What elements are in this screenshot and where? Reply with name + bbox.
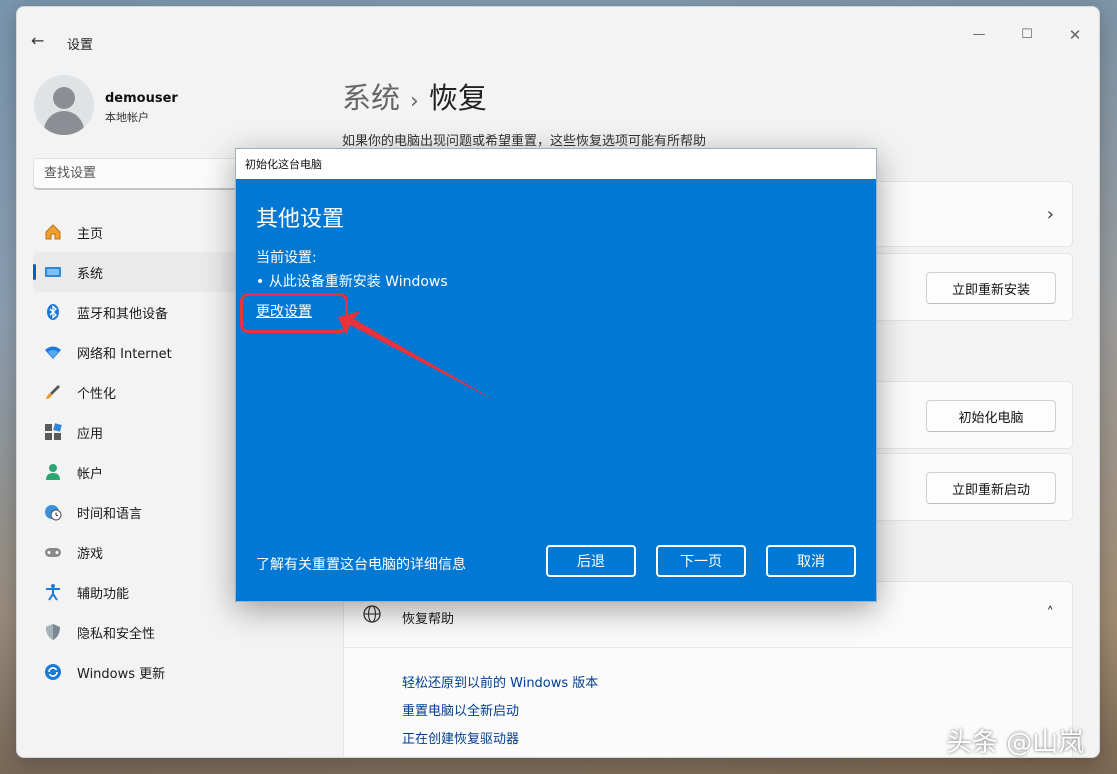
sidebar-item-label: 主页	[77, 226, 104, 242]
page-title: 恢复	[428, 81, 487, 115]
chevron-up-icon: ˄	[1046, 604, 1055, 622]
home-icon	[43, 222, 63, 242]
gamepad-icon	[43, 542, 63, 562]
breadcrumb-parent[interactable]: 系统	[342, 81, 400, 115]
dialog-title: 初始化这台电脑	[245, 158, 322, 171]
breadcrumb-separator-icon: ›	[410, 89, 419, 114]
current-settings-label: 当前设置:	[256, 250, 317, 266]
sidebar-item-label: 时间和语言	[77, 506, 143, 522]
sidebar-item-label: 游戏	[77, 546, 104, 562]
sidebar-item-label: 个性化	[77, 386, 117, 402]
avatar-body	[44, 111, 84, 135]
accessibility-icon	[43, 582, 63, 602]
search-input[interactable]	[34, 159, 262, 188]
minimize-icon[interactable]: —	[965, 25, 993, 45]
back-button[interactable]: 后退	[546, 545, 636, 577]
shield-icon	[43, 622, 63, 642]
apps-icon	[43, 422, 63, 442]
page-description: 如果你的电脑出现问题或希望重置，这些恢复选项可能有所帮助	[342, 134, 707, 149]
current-settings-item: • 从此设备重新安装 Windows	[256, 274, 448, 290]
reset-pc-dialog: 初始化这台电脑 其他设置 当前设置: • 从此设备重新安装 Windows 更改…	[235, 148, 877, 602]
close-icon[interactable]: ✕	[1061, 25, 1089, 45]
reset-pc-button[interactable]: 初始化电脑	[926, 400, 1056, 432]
breadcrumb: 系统 › 恢复	[342, 75, 487, 117]
app-title: 设置	[67, 38, 94, 53]
system-icon	[43, 262, 63, 282]
cancel-button[interactable]: 取消	[766, 545, 856, 577]
wifi-icon	[43, 342, 63, 362]
maximize-icon[interactable]: ☐	[1013, 25, 1041, 45]
sidebar-item-label: 蓝牙和其他设备	[77, 306, 169, 322]
sidebar-item-privacy[interactable]: 隐私和安全性	[33, 612, 343, 652]
chevron-right-icon: ›	[1046, 204, 1054, 225]
restart-now-button[interactable]: 立即重新启动	[926, 472, 1056, 504]
avatar[interactable]	[34, 75, 94, 135]
update-icon	[43, 662, 63, 682]
reinstall-now-button[interactable]: 立即重新安装	[926, 272, 1056, 304]
help-link-reset[interactable]: 重置电脑以全新启动	[402, 700, 519, 719]
dialog-heading: 其他设置	[256, 207, 345, 232]
user-account-type: 本地帐户	[105, 111, 149, 124]
sidebar-item-label: 帐户	[77, 466, 104, 482]
bluetooth-icon	[43, 302, 63, 322]
annotation-arrow-icon	[338, 311, 496, 401]
globe-icon	[362, 604, 382, 629]
sidebar-item-label: 应用	[77, 426, 104, 442]
user-name: demouser	[105, 91, 178, 106]
search-box[interactable]	[33, 158, 263, 190]
avatar-head	[53, 87, 75, 109]
sidebar-item-label: Windows 更新	[77, 666, 166, 682]
watermark: 头条 @山岚	[946, 728, 1085, 758]
sidebar-item-label: 隐私和安全性	[77, 626, 156, 642]
back-arrow-icon[interactable]: ←	[31, 31, 51, 51]
sidebar-item-label: 系统	[77, 266, 104, 282]
sidebar-item-windows-update[interactable]: Windows 更新	[33, 652, 343, 692]
help-link-recovery-drive[interactable]: 正在创建恢复驱动器	[402, 728, 519, 747]
sidebar-item-label: 网络和 Internet	[77, 346, 172, 362]
next-button[interactable]: 下一页	[656, 545, 746, 577]
brush-icon	[43, 382, 63, 402]
recovery-help-title: 恢复帮助	[402, 612, 455, 627]
sidebar-item-label: 辅助功能	[77, 586, 130, 602]
globe-clock-icon	[43, 502, 63, 522]
account-icon	[43, 462, 63, 482]
learn-more-text[interactable]: 了解有关重置这台电脑的详细信息	[256, 554, 466, 574]
dialog-title-bar: 初始化这台电脑	[236, 149, 876, 179]
title-bar: ← 设置 — ☐ ✕	[17, 7, 1099, 53]
help-link-rollback[interactable]: 轻松还原到以前的 Windows 版本	[402, 672, 598, 691]
